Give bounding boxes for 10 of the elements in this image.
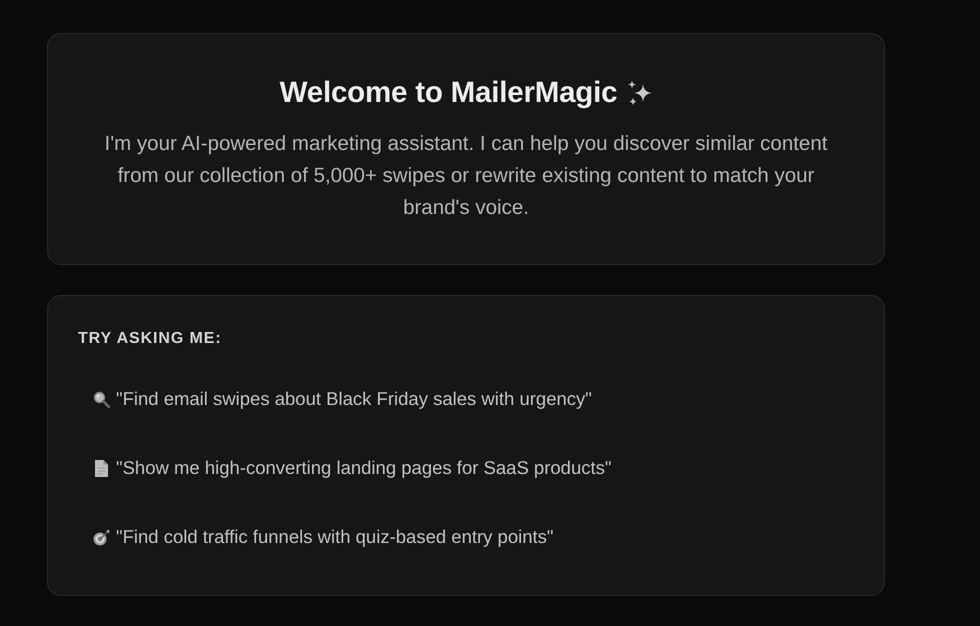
suggestion-item[interactable]: "Find email swipes about Black Friday sales with urgency" [78,375,607,423]
suggestion-item[interactable]: "Find cold traffic funnels with quiz-based entry points" [78,513,568,561]
document-icon [93,460,110,476]
magnifier-icon [93,390,110,408]
target-dart-icon [93,528,110,546]
suggestion-item[interactable]: "Show me high-converting landing pages for SaaS products" [78,444,626,492]
intro-text: I'm your AI-powered marketing assistant. I can help you discover similar content from our collection of 5,000+ swipes or rewrite existing content to match your brand's voice. [104,131,828,221]
sparkles-icon [626,80,652,106]
welcome-title: Welcome to MailerMagic [280,76,618,110]
suggestions-heading: TRY ASKING ME: [78,329,223,349]
